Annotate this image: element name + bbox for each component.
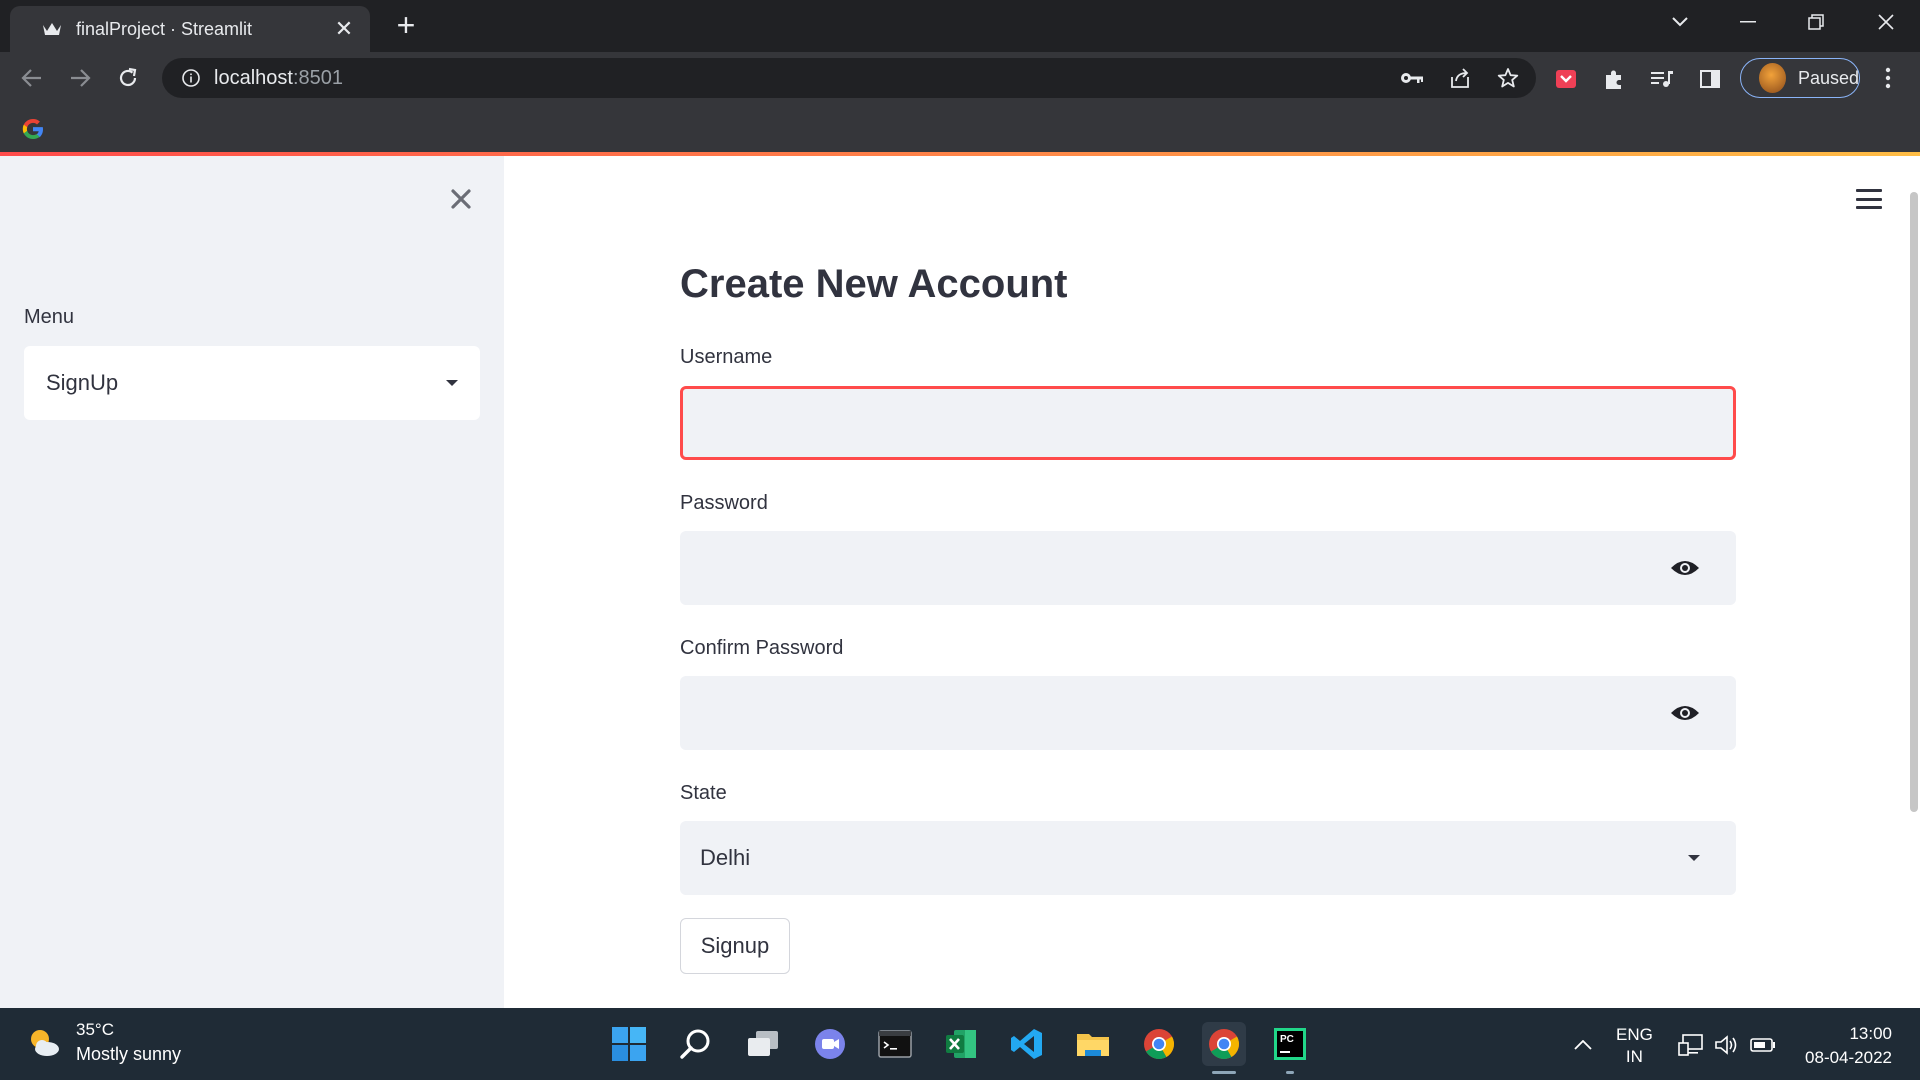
task-view-icon[interactable] [741,1022,785,1066]
streamlit-crown-icon [42,19,62,39]
weather-widget[interactable]: 35°C Mostly sunny [26,1020,181,1065]
browser-toolbar: localhost:8501 Paused [0,52,1920,104]
avatar [1759,63,1786,93]
state-label: State [680,782,727,804]
minimize-icon[interactable] [1728,8,1768,36]
volume-icon[interactable] [1714,1032,1740,1058]
url-host: localhost [214,66,293,89]
new-tab-button[interactable]: + [392,9,420,41]
sidebar: Menu SignUp [0,156,504,1008]
bookmarks-bar [0,104,1920,154]
window-close-icon[interactable] [1866,8,1906,36]
windows-start-icon[interactable] [607,1022,651,1066]
chevron-down-icon [446,380,458,386]
running-app-indicator [1286,1071,1294,1074]
menu-label: Menu [24,306,75,328]
tab-close-icon[interactable]: ✕ [332,16,356,41]
show-hidden-icons-icon[interactable] [1572,1034,1594,1056]
svg-text:PC: PC [1280,1034,1294,1045]
bookmark-star-icon[interactable] [1496,66,1520,90]
profile-button[interactable]: Paused [1740,58,1860,98]
profile-status: Paused [1797,67,1859,88]
clock[interactable]: 13:00 08-04-2022 [1796,1022,1892,1070]
hamburger-menu-icon[interactable] [1856,186,1882,212]
confirm-password-input[interactable] [680,676,1736,750]
state-selected-value: Delhi [700,845,751,870]
file-explorer-icon[interactable] [1071,1022,1115,1066]
active-app-indicator [1212,1071,1236,1074]
page-title: Create New Account [680,262,1068,306]
share-icon[interactable] [1448,66,1472,90]
browser-tab-bar: finalProject · Streamlit ✕ + [0,0,1920,52]
partly-sunny-icon [26,1025,62,1061]
extensions-puzzle-icon[interactable] [1601,66,1627,92]
excel-icon[interactable] [939,1022,983,1066]
pocket-extension-icon[interactable] [1553,66,1579,92]
scrollbar[interactable] [1910,192,1918,812]
restore-icon[interactable] [1796,8,1836,36]
address-bar[interactable]: localhost:8501 [162,58,1536,98]
sidebar-close-icon[interactable] [446,184,476,214]
clock-time: 13:00 [1849,1024,1892,1043]
google-bookmark-icon[interactable] [20,116,46,142]
clock-date: 08-04-2022 [1805,1048,1892,1067]
menu-selected-value: SignUp [46,370,119,395]
show-confirm-password-eye-icon[interactable] [1670,701,1700,725]
username-label: Username [680,346,773,368]
media-queue-icon[interactable] [1649,66,1675,92]
main-content: Create New Account Username Password Con… [504,156,1920,1008]
back-arrow-icon[interactable] [18,64,46,92]
terminal-icon[interactable] [873,1022,917,1066]
site-info-icon[interactable] [180,67,202,89]
network-icon[interactable] [1678,1032,1704,1058]
teams-chat-icon[interactable] [808,1022,852,1066]
chrome-icon[interactable] [1137,1022,1181,1066]
password-input[interactable] [680,531,1736,605]
browser-menu-icon[interactable] [1874,64,1902,92]
search-icon[interactable] [674,1022,718,1066]
confirm-password-label: Confirm Password [680,637,844,659]
username-input[interactable] [680,386,1736,460]
forward-arrow-icon[interactable] [66,64,94,92]
state-select[interactable]: Delhi [680,821,1736,895]
password-label: Password [680,492,768,514]
windows-taskbar: 35°C Mostly sunny PC ENG IN 13:00 08-04-… [0,1008,1920,1080]
menu-select[interactable]: SignUp [24,346,480,420]
vscode-icon[interactable] [1005,1022,1049,1066]
chevron-down-icon [1688,855,1700,861]
side-panel-icon[interactable] [1697,66,1723,92]
pycharm-icon[interactable]: PC [1268,1022,1312,1074]
weather-desc: Mostly sunny [76,1044,182,1064]
lang-region: IN [1625,1047,1643,1066]
url-port: :8501 [292,66,343,89]
input-language[interactable]: ENG IN [1616,1024,1653,1068]
tab-title: finalProject · Streamlit [76,18,253,39]
battery-icon[interactable] [1750,1032,1776,1058]
key-icon[interactable] [1400,66,1424,90]
lang-code: ENG [1616,1025,1653,1044]
show-password-eye-icon[interactable] [1670,556,1700,580]
browser-tab[interactable]: finalProject · Streamlit ✕ [10,6,370,52]
tab-search-icon[interactable] [1660,8,1700,36]
weather-temp: 35°C [76,1020,114,1039]
reload-icon[interactable] [114,64,142,92]
signup-button[interactable]: Signup [680,918,790,974]
chrome-active-icon[interactable] [1202,1022,1246,1074]
